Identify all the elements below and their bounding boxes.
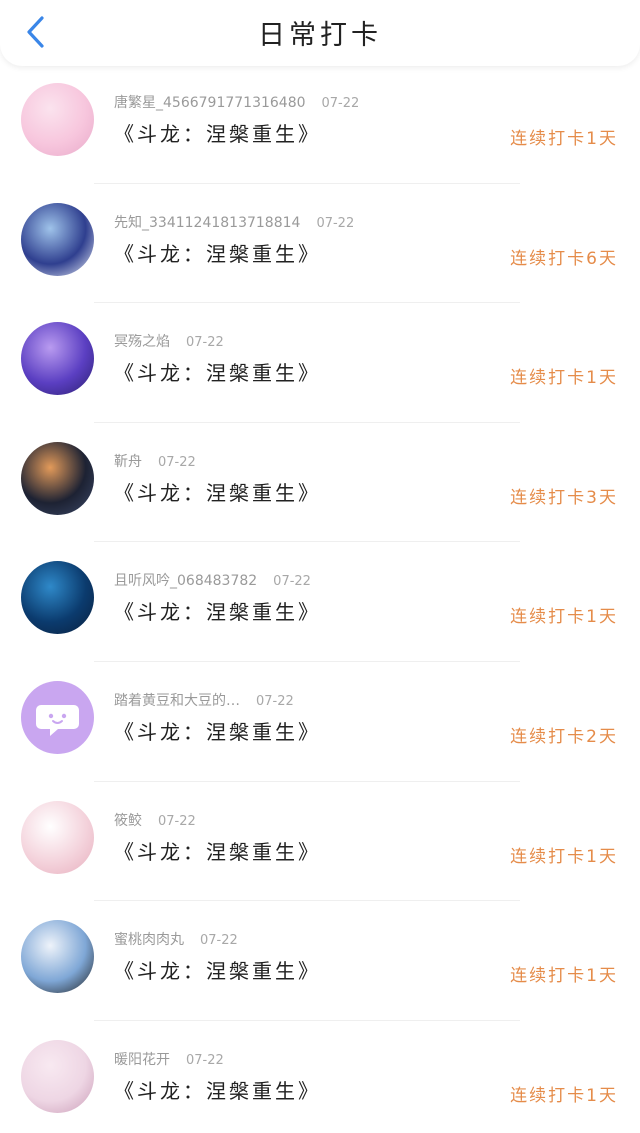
user-meta: 暖阳花开 07-22 xyxy=(114,1049,224,1069)
username[interactable]: 踏着黄豆和大豆的… xyxy=(114,693,240,709)
book-title: 《斗龙：涅槃重生》 xyxy=(114,959,321,984)
streak-label: 连续打卡1天 xyxy=(510,368,618,389)
checkin-date: 07-22 xyxy=(200,933,238,949)
avatar[interactable] xyxy=(21,322,94,396)
list-item[interactable]: 且听风吟_068483782 07-22 《斗龙：涅槃重生》 连续打卡1天 xyxy=(0,544,640,664)
streak-label: 连续打卡1天 xyxy=(510,607,618,628)
checkin-date: 07-22 xyxy=(316,215,355,231)
streak-label: 连续打卡1天 xyxy=(510,129,618,149)
username[interactable]: 冥殇之焰 xyxy=(114,334,170,350)
username[interactable]: 唐繁星_456679177131648​0 xyxy=(114,95,306,111)
chat-bubble-icon xyxy=(36,704,79,736)
book-title: 《斗龙：涅槃重生》 xyxy=(114,839,321,864)
avatar[interactable] xyxy=(21,680,94,754)
username[interactable]: 暖阳花开 xyxy=(114,1052,170,1068)
divider xyxy=(94,421,520,423)
checkin-date: 07-22 xyxy=(186,1052,224,1068)
avatar[interactable] xyxy=(21,561,94,635)
avatar[interactable] xyxy=(21,441,94,515)
user-meta: 踏着黄豆和大豆的… 07-22 xyxy=(114,690,294,710)
list-item[interactable]: 冥殇之焰 07-22 《斗龙：涅槃重生》 连续打卡1天 xyxy=(0,305,640,425)
page-title: 日常打卡 xyxy=(258,20,382,51)
book-title: 《斗龙：涅槃重生》 xyxy=(114,361,321,386)
divider xyxy=(94,780,520,782)
book-title: 《斗龙：涅槃重生》 xyxy=(114,122,321,146)
list-item[interactable]: 唐繁星_456679177131648​0 07-22 《斗龙：涅槃重生》 连续打卡1… xyxy=(0,66,640,186)
list-item[interactable]: 靳舟 07-22 《斗龙：涅槃重生》 连续打卡3天 xyxy=(0,425,640,545)
username[interactable]: 筱鲛 xyxy=(114,813,142,829)
avatar[interactable] xyxy=(21,800,94,874)
avatar[interactable] xyxy=(21,920,94,994)
streak-label: 连续打卡3天 xyxy=(510,487,618,508)
user-meta: 唐繁星_456679177131648​0 07-22 xyxy=(114,92,359,112)
user-meta: 且听风吟_068483782 07-22 xyxy=(114,570,311,590)
book-title: 《斗龙：涅槃重生》 xyxy=(114,241,321,266)
checkin-list: 唐繁星_456679177131648​0 07-22 《斗龙：涅槃重生》 连续打卡1… xyxy=(0,66,640,1133)
book-title: 《斗龙：涅槃重生》 xyxy=(114,480,321,505)
avatar[interactable] xyxy=(21,202,94,276)
user-meta: 先知_33411241813718814 07-22 xyxy=(114,212,354,232)
checkin-date: 07-22 xyxy=(186,335,224,351)
checkin-date: 07-22 xyxy=(273,574,311,590)
divider xyxy=(94,541,520,543)
username[interactable]: 蜜桃肉肉丸 xyxy=(114,932,184,948)
avatar[interactable] xyxy=(21,83,94,156)
checkin-date: 07-22 xyxy=(158,813,196,829)
book-title: 《斗龙：涅槃重生》 xyxy=(114,600,321,625)
divider xyxy=(94,1019,520,1021)
username[interactable]: 且听风吟_068483782 xyxy=(114,573,257,589)
checkin-page: 日常打卡 唐繁星_456679177131648​0 07-22 《斗龙：涅槃重生》… xyxy=(0,0,640,1133)
streak-label: 连续打卡6天 xyxy=(510,248,618,269)
user-meta: 蜜桃肉肉丸 07-22 xyxy=(114,929,238,949)
streak-label: 连续打卡1天 xyxy=(510,966,618,987)
user-meta: 靳舟 07-22 xyxy=(114,451,196,471)
divider xyxy=(94,182,520,184)
book-title: 《斗龙：涅槃重生》 xyxy=(114,719,321,744)
user-meta: 冥殇之焰 07-22 xyxy=(114,331,224,351)
streak-label: 连续打卡2天 xyxy=(510,726,618,747)
divider xyxy=(94,900,520,902)
list-item[interactable]: 先知_33411241813718814 07-22 《斗龙：涅槃重生》 连续打卡6天 xyxy=(0,186,640,306)
streak-label: 连续打卡1天 xyxy=(510,846,618,867)
top-bar: 日常打卡 xyxy=(0,0,640,66)
checkin-date: 07-22 xyxy=(256,693,294,709)
list-item[interactable]: 筱鲛 07-22 《斗龙：涅槃重生》 连续打卡1天 xyxy=(0,784,640,904)
list-item[interactable]: 蜜桃肉肉丸 07-22 《斗龙：涅槃重生》 连续打卡1天 xyxy=(0,903,640,1023)
divider xyxy=(94,302,520,304)
username[interactable]: 先知_33411241813718814 xyxy=(114,215,300,231)
divider xyxy=(94,660,520,662)
list-item[interactable]: 踏着黄豆和大豆的… 07-22 《斗龙：涅槃重生》 连续打卡2天 xyxy=(0,664,640,784)
list-item[interactable]: 暖阳花开 07-22 《斗龙：涅槃重生》 连续打卡1天 xyxy=(0,1023,640,1133)
book-title: 《斗龙：涅槃重生》 xyxy=(114,1078,321,1103)
checkin-date: 07-22 xyxy=(158,454,196,470)
user-meta: 筱鲛 07-22 xyxy=(114,810,196,830)
streak-label: 连续打卡1天 xyxy=(510,1085,618,1106)
username[interactable]: 靳舟 xyxy=(114,454,142,470)
checkin-date: 07-22 xyxy=(321,96,360,111)
avatar[interactable] xyxy=(21,1039,94,1113)
